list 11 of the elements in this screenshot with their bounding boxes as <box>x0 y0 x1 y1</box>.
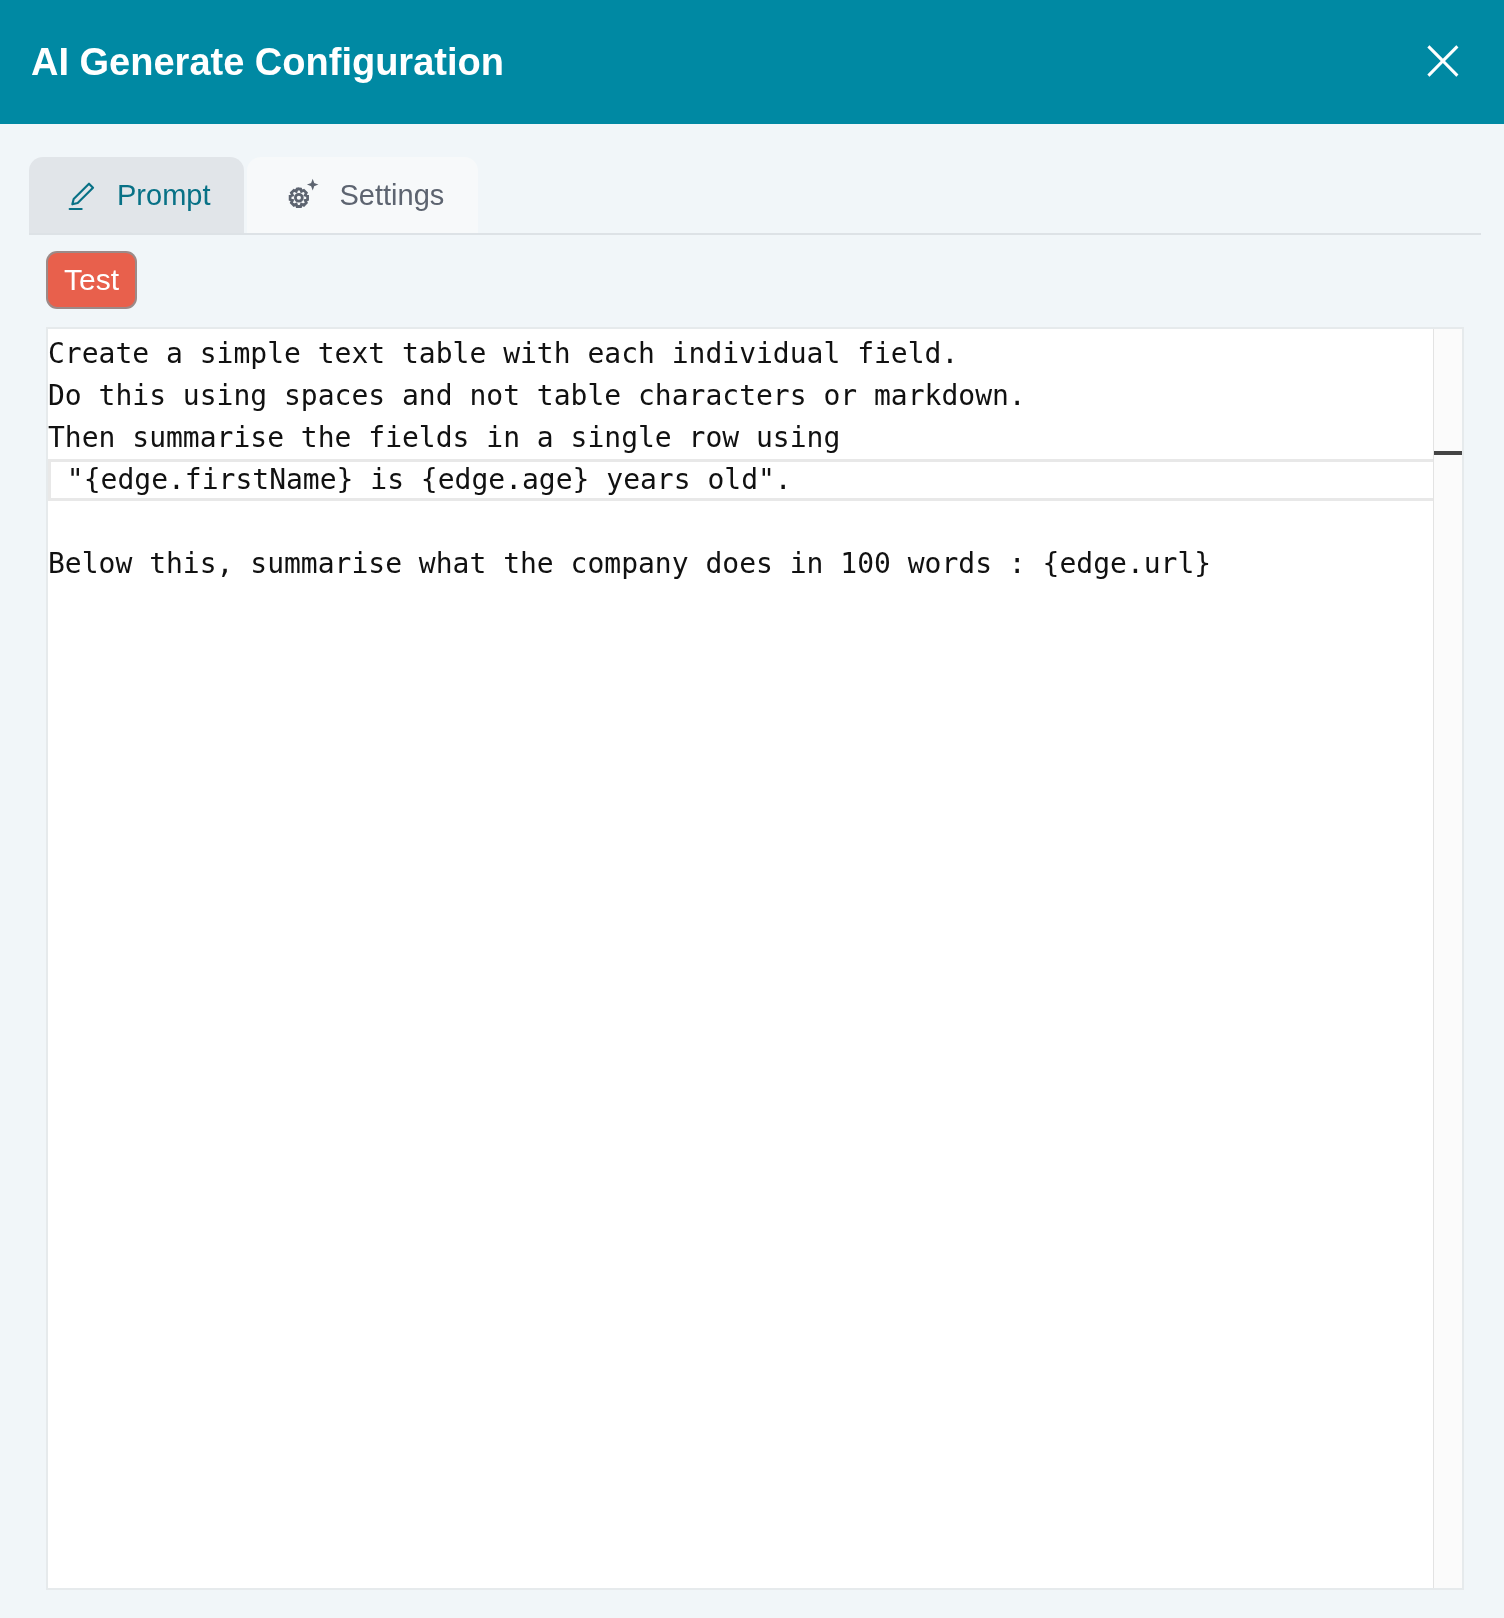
prompt-editor[interactable] <box>46 327 1464 1590</box>
tab[interactable]: Settings <box>247 157 479 233</box>
scrollbar-track[interactable] <box>1433 329 1462 1588</box>
tab[interactable]: Prompt <box>29 157 245 233</box>
code-line: Then summarise the fields in a single row using <box>48 420 842 456</box>
code-line: Create a simple text table with each individual field. <box>48 336 960 372</box>
window-title: AI Generate Configuration <box>31 40 504 84</box>
code-line: Below this, summarise what the company does in 100 words : {edge.url} <box>48 546 1213 582</box>
test-button[interactable]: Test <box>46 251 138 309</box>
close-button[interactable]: × <box>1411 29 1474 95</box>
code-line: Do this using spaces and not table characters or markdown. <box>48 378 1027 414</box>
